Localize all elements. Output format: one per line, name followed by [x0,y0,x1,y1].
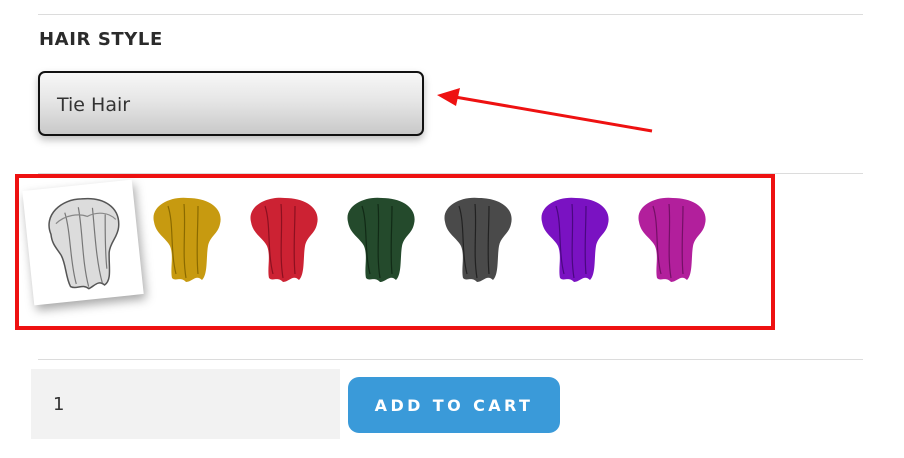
annotation-arrow-icon [437,88,653,133]
